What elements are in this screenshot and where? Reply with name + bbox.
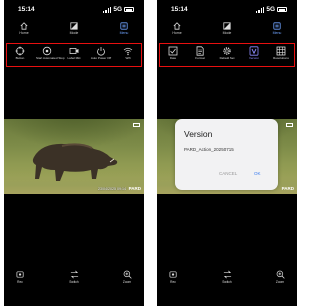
cmd-resolutions-label: Resolutions [273,56,289,60]
target-icon [42,46,52,56]
battery-icon [124,7,134,12]
cmd-version[interactable]: Version [243,46,265,61]
cmd-auto-power-off-label: Auto Power Off [90,56,112,60]
signal-icon [103,6,112,13]
cmd-label-mkt-label: Label Mkt [67,56,81,60]
network-label: 5G [113,6,122,13]
command-bar-highlight: Button Start Automated Stop Label Mkt Au… [6,43,142,67]
top-nav: Home Mode Menu [157,22,297,42]
cmd-default-set[interactable]: Default Set [216,46,238,61]
version-dialog: Version PARD_Action_20250715 CANCEL OK [175,119,278,190]
camera-battery-icon [286,123,293,127]
cmd-button-label: Button [15,56,25,60]
record-icon [169,271,177,278]
crosshair-icon [15,46,25,56]
bottom-controls: Rec Switch Zoom [4,270,144,290]
tab-mode[interactable]: Mode [215,22,239,35]
cmd-date[interactable]: Date [162,46,184,61]
document-icon [196,46,204,56]
rec-button[interactable]: Rec [10,270,30,284]
mode-icon [70,22,78,30]
checkbox-icon [168,46,178,56]
tab-mode[interactable]: Mode [62,22,86,35]
bottom-controls: Rec Switch Zoom [157,270,297,290]
wild-boar-image [32,143,118,181]
signal-icon [256,6,265,13]
tab-home-label: Home [172,31,182,35]
phone-screen-left: 15:14 5G Home Mode Menu Button Start Aut… [4,0,144,306]
wifi-icon [123,47,133,56]
command-bar-highlight: Date Format Default Set Version Resoluti… [159,43,295,67]
record-icon [16,271,24,278]
zoom-label: Zoom [275,280,285,284]
tab-home[interactable]: Home [165,22,189,35]
cmd-start-automated-stop[interactable]: Start Automated Stop [36,46,65,61]
version-icon [249,46,259,56]
cmd-start-automated-stop-label: Start Automated Stop [36,56,65,60]
status-time: 15:14 [171,6,188,13]
zoom-button[interactable]: Zoom [270,270,290,284]
switch-icon [223,270,231,279]
cancel-button[interactable]: CANCEL [219,171,237,176]
cmd-format[interactable]: Format [189,46,211,61]
cmd-button[interactable]: Button [9,46,31,61]
cmd-format-label: Format [195,56,205,60]
switch-label: Switch [69,280,79,284]
battery-icon [277,7,287,12]
rec-button[interactable]: Rec [163,270,183,284]
cmd-auto-power-off[interactable]: Auto Power Off [90,46,112,61]
switch-button[interactable]: Switch [217,270,237,284]
home-icon [20,22,28,30]
menu-icon [120,22,128,30]
gear-icon [223,47,231,55]
zoom-button[interactable]: Zoom [117,270,137,284]
tab-mode-label: Mode [69,31,79,35]
tab-home[interactable]: Home [12,22,36,35]
network-label: 5G [266,6,275,13]
tab-menu-label: Menu [272,31,282,35]
status-bar: 15:14 5G [10,6,138,16]
status-bar: 15:14 5G [163,6,291,16]
cmd-date-label: Date [169,56,177,60]
cmd-label-mkt[interactable]: Label Mkt [63,46,85,61]
zoom-icon [276,270,285,279]
switch-button[interactable]: Switch [64,270,84,284]
tab-menu[interactable]: Menu [265,22,289,35]
cmd-version-label: Version [248,56,259,60]
brand-watermark: PARD [281,186,294,191]
cmd-wifi-label: Wifi [125,56,131,60]
zoom-label: Zoom [122,280,132,284]
rec-label: Rec [17,280,23,284]
tab-home-label: Home [19,31,29,35]
tab-menu[interactable]: Menu [112,22,136,35]
tab-mode-label: Mode [222,31,232,35]
grid-icon [276,46,286,56]
cmd-resolutions[interactable]: Resolutions [270,46,292,61]
cmd-wifi[interactable]: Wifi [117,46,139,61]
rec-label: Rec [170,280,176,284]
phone-screen-right: 15:14 5G Home Mode Menu Date Format Defa… [157,0,297,306]
version-string: PARD_Action_20250715 [184,147,234,152]
cmd-default-set-label: Default Set [219,56,235,60]
ok-button[interactable]: OK [254,171,261,176]
mode-icon [223,22,231,30]
video-icon [69,48,79,54]
menu-icon [273,22,281,30]
power-icon [97,47,105,56]
top-nav: Home Mode Menu [4,22,144,42]
brand-watermark: PARD [128,186,141,191]
switch-icon [70,270,78,279]
switch-label: Switch [222,280,232,284]
camera-battery-icon [133,123,140,127]
home-icon [173,22,181,30]
camera-preview[interactable]: 23/04/2025 09:14 PARD [4,119,144,194]
tab-menu-label: Menu [119,31,129,35]
zoom-icon [123,270,132,279]
status-time: 15:14 [18,6,35,13]
dialog-title: Version [184,129,213,139]
timestamp-overlay: 23/04/2025 09:14 [98,187,126,191]
